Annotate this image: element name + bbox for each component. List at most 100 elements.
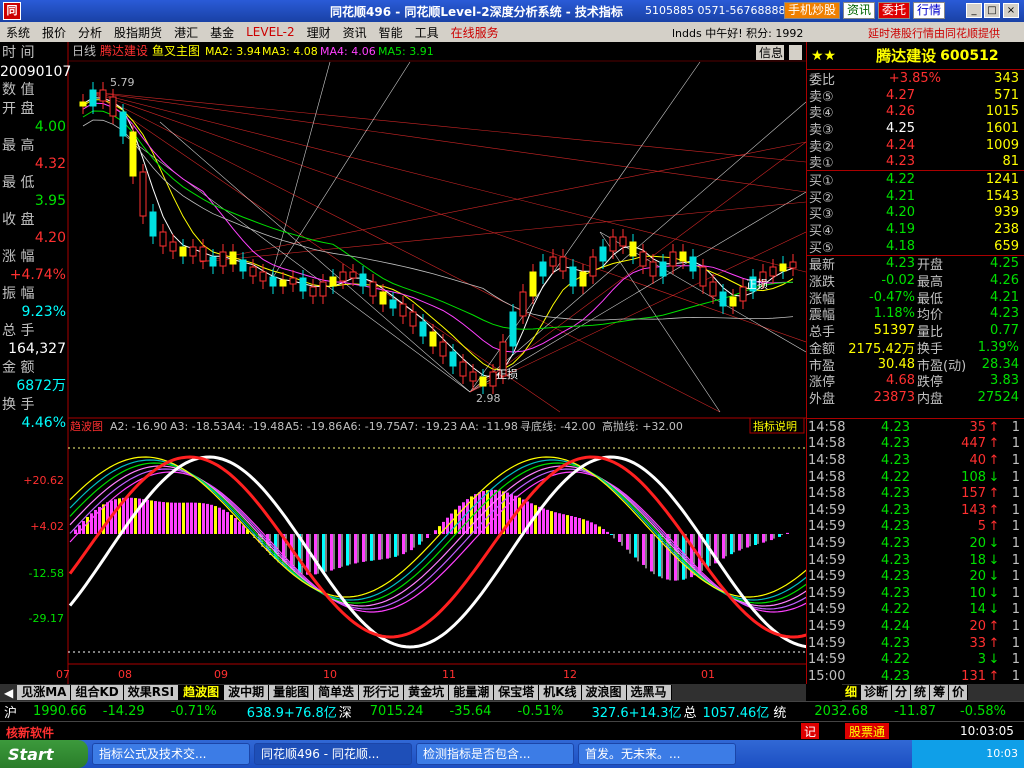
tick-row: 14:59 4.23 18 ↓ 1 <box>808 552 1020 568</box>
ma4-label: MA4: 4.06 <box>320 45 376 58</box>
user-greeting: lndds 中午好! 积分: 1992 <box>672 27 804 40</box>
ma3-label: MA3: 4.08 <box>262 45 318 58</box>
stock-name-label: 腾达建设 <box>100 43 148 58</box>
tab-形行记[interactable]: 形行记 <box>359 685 405 700</box>
arrow-up-icon: ↑ <box>988 486 1000 502</box>
task-tonghuashun[interactable]: 同花顺496 - 同花顺... <box>254 743 412 765</box>
change-value: +4.74% <box>9 267 66 283</box>
index-bar: 沪 1990.66 -14.29 -0.71% 638.9+76.8亿 深 70… <box>0 701 1024 721</box>
menu-hk[interactable]: 港汇 <box>168 24 204 41</box>
buy-row: 买⑤ 4.18 659 <box>809 238 1019 256</box>
tab-机K线[interactable]: 机K线 <box>539 685 582 700</box>
menu-news[interactable]: 资讯 <box>337 24 373 41</box>
task-first-post[interactable]: 首发。无未来。... <box>578 743 736 765</box>
arrow-up-icon: ↑ <box>988 436 1000 452</box>
tong-label: 统 <box>773 706 787 721</box>
menu-index-futures[interactable]: 股指期货 <box>108 24 168 41</box>
sz-percent: -0.51% <box>517 704 564 719</box>
trade-button[interactable]: 委托 <box>878 2 911 19</box>
brand-label: 核新软件 <box>6 726 55 740</box>
tab-scroll-left-icon[interactable]: ◀ <box>0 686 17 700</box>
menu-smart[interactable]: 智能 <box>373 24 409 41</box>
x-axis-10: 10 <box>323 668 337 681</box>
tick-row: 14:58 4.23 40 ↑ 1 <box>808 452 1020 468</box>
tab-选黑马[interactable]: 选黑马 <box>626 685 672 700</box>
tick-row: 14:58 4.22 108 ↓ 1 <box>808 469 1020 485</box>
menu-tools[interactable]: 工具 <box>409 24 445 41</box>
detail-tab-诊断[interactable]: 诊断 <box>861 685 893 700</box>
sh-percent: -0.71% <box>170 704 217 719</box>
tick-row: 14:58 4.23 35 ↑ 1 <box>808 419 1020 435</box>
signal-mark-1: 正损 <box>496 367 518 381</box>
detail-tab-统[interactable]: 统 <box>911 685 931 700</box>
tong-percent: -0.58% <box>960 704 1007 719</box>
main-indicator-label[interactable]: 鱼叉主图 <box>152 44 200 58</box>
info-button[interactable]: 资讯 <box>843 2 876 19</box>
tick-list[interactable]: 14:58 4.23 35 ↑ 1 14:58 4.23 447 ↑ 1 14:58 4.23 40 ↑ 1… <box>806 418 1024 684</box>
tick-row: 15:00 4.23 131 ↑ 1 <box>808 668 1020 684</box>
tab-趋波图[interactable]: 趋波图 <box>179 685 225 700</box>
menu-quotes[interactable]: 报价 <box>36 24 72 41</box>
sh-label: 沪 <box>4 706 18 721</box>
bid-ratio-row: 委比 +3.85% 343 <box>809 70 1019 88</box>
status-bar: 核新软件 记 股票通 10:03:05 <box>0 721 1024 740</box>
maximize-icon[interactable]: □ <box>984 3 1000 18</box>
tab-保宝塔[interactable]: 保宝塔 <box>494 685 540 700</box>
detail-tab-分[interactable]: 分 <box>892 685 912 700</box>
mobile-trading-button[interactable]: 手机炒股 <box>784 2 841 19</box>
menu-online-service[interactable]: 在线服务 <box>445 24 505 41</box>
tab-黄金坑[interactable]: 黄金坑 <box>404 685 450 700</box>
sub-indicator-label[interactable]: 趋波图 <box>70 420 103 433</box>
detail-tab-细[interactable]: 细 <box>842 685 862 700</box>
period-label: 日线 <box>72 44 96 58</box>
detail-tab-bar: 细诊断分统筹价 <box>842 684 1024 701</box>
tick-row: 14:59 4.23 10 ↓ 1 <box>808 585 1020 601</box>
start-label: Start <box>8 744 54 764</box>
sub-aa: AA: -11.98 <box>460 420 518 433</box>
tong-index: 2032.68 <box>814 704 869 719</box>
star-icon: ★★ <box>811 47 837 64</box>
tong-change: -11.87 <box>894 704 937 719</box>
turnover-value: 4.46% <box>21 415 66 431</box>
task-formula[interactable]: 指标公式及技术交... <box>92 743 250 765</box>
menu-analysis[interactable]: 分析 <box>72 24 108 41</box>
arrow-up-icon: ↑ <box>988 419 1000 435</box>
detail-tab-价[interactable]: 价 <box>949 685 969 700</box>
tab-效果RSI[interactable]: 效果RSI <box>123 685 180 700</box>
cursor-info-panel: 时 间 20090107 数 值 开 盘 4.00 最 高 4.32 最 低 3… <box>0 44 71 433</box>
kline-chart[interactable]: 日线 腾达建设 鱼叉主图 MA2: 3.94 MA3: 4.08 MA4: 4.… <box>0 42 806 684</box>
sub-a2: A2: -16.90 <box>110 420 167 433</box>
arrow-up-icon: ↑ <box>988 519 1000 535</box>
record-button[interactable]: 记 <box>801 723 819 739</box>
close-icon[interactable]: × <box>1003 3 1019 18</box>
tab-量能图[interactable]: 量能图 <box>269 685 315 700</box>
task-indicator-check[interactable]: 检测指标是否包含... <box>416 743 574 765</box>
tab-见涨MA[interactable]: 见涨MA <box>17 685 72 700</box>
detail-tab-筹[interactable]: 筹 <box>930 685 950 700</box>
chart-close-icon[interactable] <box>789 45 802 60</box>
minimize-icon[interactable]: _ <box>966 3 982 18</box>
tab-波浪图[interactable]: 波浪图 <box>581 685 627 700</box>
sell-row: 卖③ 4.25 1601 <box>809 120 1019 138</box>
tab-简单迭[interactable]: 简单迭 <box>314 685 360 700</box>
tick-row: 14:59 4.22 14 ↓ 1 <box>808 602 1020 618</box>
tab-波中期[interactable]: 波中期 <box>224 685 270 700</box>
buy-orders: 买① 4.22 1241 买② 4.21 1543 买③ 4.20 939 买④ 4.19 238 买⑤… <box>807 170 1024 256</box>
menu-fund[interactable]: 基金 <box>204 24 240 41</box>
value-label: 数 值 <box>2 82 35 98</box>
start-button[interactable]: Start <box>0 740 88 768</box>
ma5-label: MA5: 3.91 <box>378 45 434 58</box>
stock-link-button[interactable]: 股票通 <box>845 723 890 739</box>
tab-能量潮[interactable]: 能量潮 <box>449 685 495 700</box>
menu-finance[interactable]: 理财 <box>301 24 337 41</box>
sub-a4: A4: -19.48 <box>227 420 284 433</box>
sell-row: 卖⑤ 4.27 571 <box>809 87 1019 105</box>
menu-system[interactable]: 系统 <box>0 24 36 41</box>
sell-orders: 卖⑤ 4.27 571 卖④ 4.26 1015 卖③ 4.25 1601 卖② 4.24 1009 卖… <box>807 87 1024 172</box>
amount-value: 6872万 <box>16 378 66 394</box>
menu-level2[interactable]: LEVEL-2 <box>240 25 301 39</box>
tab-组合KD[interactable]: 组合KD <box>71 685 124 700</box>
sh-index: 1990.66 <box>33 704 87 719</box>
quote-button[interactable]: 行情 <box>913 2 946 19</box>
stat-row: 总手 51397 量比 0.77 <box>809 323 1019 341</box>
